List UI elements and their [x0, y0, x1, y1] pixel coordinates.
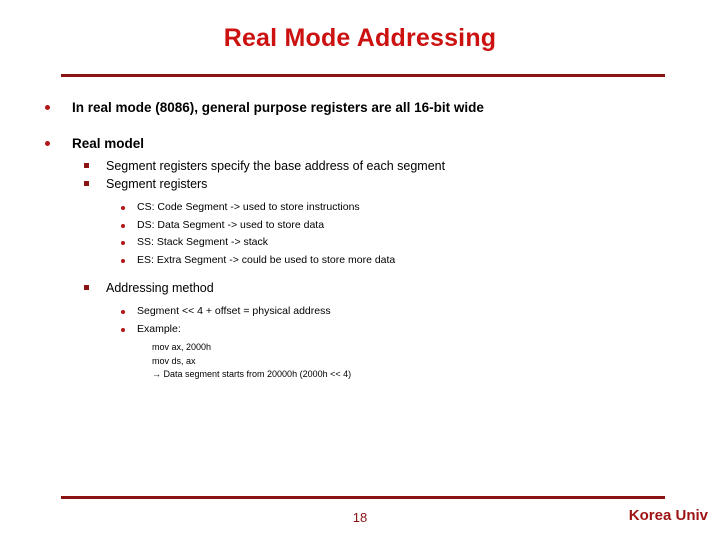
bullet-dot-icon — [45, 105, 50, 110]
bullet-dot-icon — [121, 223, 125, 228]
bullet-level3-item: ES: Extra Segment -> could be used to st… — [0, 252, 720, 270]
bullet-level2-item: Addressing method — [0, 279, 720, 297]
page-number: 18 — [352, 510, 368, 525]
bullet-level3-item: SS: Stack Segment -> stack — [0, 234, 720, 252]
bullet-text: In real mode (8086), general purpose reg… — [72, 100, 484, 115]
bullet-text: Segment registers — [106, 177, 208, 191]
bullet-dot-icon — [45, 141, 50, 146]
code-result-line: → Data segment starts from 20000h (2000h… — [152, 369, 352, 379]
title-divider-rule — [61, 74, 665, 77]
bullet-level2-item: Segment registers — [0, 175, 720, 193]
bullet-square-icon — [84, 285, 89, 290]
bullet-dot-icon — [121, 310, 125, 314]
bullet-text: Segment registers specify the base addre… — [106, 159, 446, 173]
bullet-text: DS: Data Segment -> used to store data — [137, 218, 325, 231]
bullet-level3-item: Segment << 4 + offset = physical address — [0, 303, 720, 321]
bullet-level1-item: In real mode (8086), general purpose reg… — [0, 98, 720, 118]
slide-canvas: Real Mode Addressing In real mode (8086)… — [0, 0, 720, 540]
bullet-dot-icon — [121, 241, 125, 245]
bullet-level3-item: DS: Data Segment -> used to store data — [0, 217, 720, 235]
bullet-dot-icon — [121, 327, 125, 332]
bullet-level3-item: Example: — [0, 321, 720, 339]
bullet-dot-icon — [121, 206, 125, 210]
footer-divider-rule — [61, 496, 665, 499]
brand-label: Korea Univ — [628, 507, 708, 524]
page-title: Real Mode Addressing — [223, 24, 497, 52]
bullet-text: SS: Stack Segment -> stack — [137, 236, 269, 248]
bullet-text: Segment << 4 + offset = physical address — [137, 305, 331, 317]
bullet-level1-item: Real model — [0, 134, 720, 154]
bullet-square-icon — [84, 163, 89, 168]
bullet-text: Example: — [137, 322, 181, 335]
bullet-square-icon — [84, 181, 89, 186]
bullet-dot-icon — [121, 258, 125, 263]
bullet-text: Real model — [72, 136, 145, 151]
bullet-level3-item: CS: Code Segment -> used to store instru… — [0, 199, 720, 217]
bullet-text: ES: Extra Segment -> could be used to st… — [137, 253, 396, 266]
bullet-text: CS: Code Segment -> used to store instru… — [137, 201, 360, 213]
slide-body: In real mode (8086), general purpose reg… — [0, 98, 720, 478]
bullet-level2-item: Segment registers specify the base addre… — [0, 157, 720, 175]
bullet-text: Addressing method — [106, 281, 214, 295]
code-line: mov ds, ax — [152, 355, 196, 366]
code-line: mov ax, 2000h — [152, 342, 212, 352]
